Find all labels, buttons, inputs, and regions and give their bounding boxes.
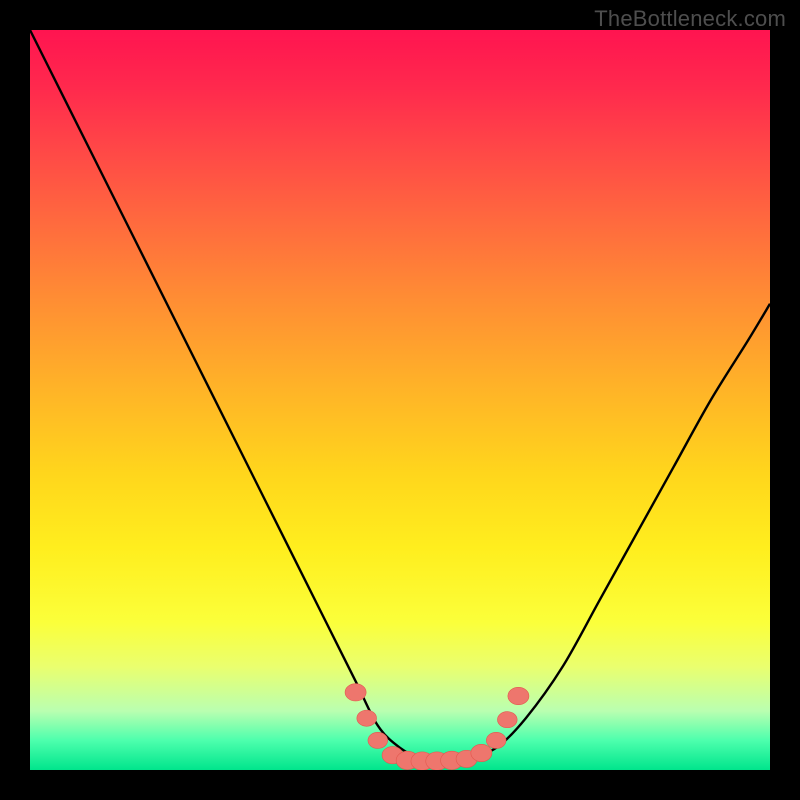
curve-marker: [497, 712, 517, 728]
watermark-text: TheBottleneck.com: [594, 6, 786, 32]
curve-marker: [471, 744, 492, 761]
bottleneck-curve-svg: [30, 30, 770, 770]
curve-markers: [345, 684, 529, 770]
chart-plot-area: [30, 30, 770, 770]
curve-marker: [345, 684, 366, 701]
curve-marker: [368, 732, 388, 748]
curve-marker: [357, 710, 377, 726]
chart-frame: TheBottleneck.com: [0, 0, 800, 800]
curve-marker: [486, 732, 506, 748]
curve-marker: [508, 687, 529, 704]
bottleneck-curve-path: [30, 30, 770, 761]
